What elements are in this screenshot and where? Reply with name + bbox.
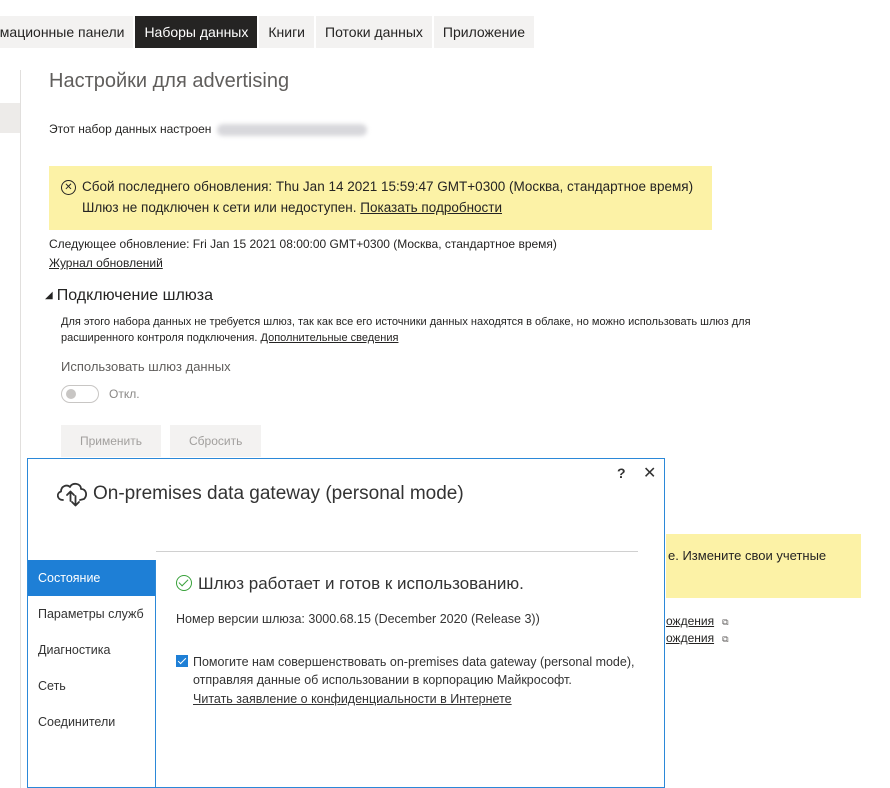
use-gateway-toggle[interactable] bbox=[61, 385, 99, 403]
toggle-state-label: Откл. bbox=[109, 387, 140, 401]
external-link-icon: ⧉ bbox=[722, 634, 729, 644]
nav-item-diagnostics[interactable]: Диагностика bbox=[28, 632, 155, 668]
gateway-offline-text: Шлюз не подключен к сети или недоступен. bbox=[82, 200, 357, 215]
credentials-warning-text: е. Измените свои учетные bbox=[668, 548, 827, 563]
page-title: Настройки для advertising bbox=[49, 70, 290, 92]
background-link-2-text[interactable]: ождения bbox=[666, 631, 714, 645]
configured-by-text: Этот набор данных настроен bbox=[49, 122, 367, 136]
tab-datasets[interactable]: Наборы данных bbox=[135, 16, 258, 48]
telemetry-consent-text: Помогите нам совершенствовать on-premise… bbox=[193, 655, 635, 687]
blurred-email bbox=[216, 123, 367, 136]
left-divider bbox=[20, 70, 21, 788]
gateway-dialog: ? ✕ On-premises data gateway (personal m… bbox=[27, 458, 665, 788]
use-gateway-label: Использовать шлюз данных bbox=[61, 359, 231, 374]
configured-by-label: Этот набор данных настроен bbox=[49, 122, 212, 136]
dialog-title: On-premises data gateway (personal mode) bbox=[93, 483, 464, 504]
gateway-description: Для этого набора данных не требуется шлю… bbox=[61, 314, 821, 346]
cloud-gateway-icon bbox=[56, 482, 88, 507]
nav-item-status[interactable]: Состояние bbox=[28, 560, 155, 596]
apply-button[interactable]: Применить bbox=[61, 425, 162, 457]
external-link-icon: ⧉ bbox=[722, 617, 729, 627]
gateway-connection-heading[interactable]: ◢ Подключение шлюза bbox=[45, 287, 213, 305]
reset-button[interactable]: Сбросить bbox=[170, 425, 262, 457]
refresh-failure-banner: ✕ Сбой последнего обновления: Thu Jan 14… bbox=[49, 166, 712, 230]
gateway-status-text: Шлюз работает и готов к использованию. bbox=[198, 574, 524, 593]
gateway-status: Шлюз работает и готов к использованию. bbox=[176, 574, 524, 594]
help-button[interactable]: ? bbox=[617, 465, 626, 481]
toggle-knob bbox=[66, 389, 76, 399]
collapse-triangle-icon[interactable]: ◢ bbox=[45, 290, 53, 301]
gateway-connection-title: Подключение шлюза bbox=[56, 287, 214, 304]
privacy-statement-link[interactable]: Читать заявление о конфиденциальности в … bbox=[193, 692, 512, 706]
tab-dashboards[interactable]: рмационные панели bbox=[0, 16, 134, 48]
nav-item-connectors[interactable]: Соединители bbox=[28, 704, 155, 740]
background-link-2[interactable]: ождения ⧉ bbox=[666, 631, 729, 645]
background-link-1-text[interactable]: ождения bbox=[666, 614, 714, 628]
next-refresh-text: Следующее обновление: Fri Jan 15 2021 08… bbox=[49, 237, 557, 251]
dialog-divider bbox=[156, 551, 638, 552]
background-link-1[interactable]: ождения ⧉ bbox=[666, 614, 729, 628]
telemetry-checkbox[interactable] bbox=[176, 655, 188, 667]
dialog-side-nav: Состояние Параметры служб Диагностика Се… bbox=[28, 560, 156, 787]
check-circle-icon bbox=[176, 575, 192, 591]
more-info-link[interactable]: Дополнительные сведения bbox=[261, 332, 399, 344]
credentials-warning-banner: е. Измените свои учетные bbox=[666, 534, 861, 598]
gateway-version: Номер версии шлюза: 3000.68.15 (December… bbox=[176, 612, 540, 626]
gateway-description-text: Для этого набора данных не требуется шлю… bbox=[61, 316, 751, 344]
left-nav-selected-stub[interactable] bbox=[0, 103, 20, 133]
gateway-offline-message: Шлюз не подключен к сети или недоступен.… bbox=[82, 200, 502, 215]
nav-item-network[interactable]: Сеть bbox=[28, 668, 155, 704]
top-tab-bar: рмационные панели Наборы данных Книги По… bbox=[0, 16, 536, 48]
close-button[interactable]: ✕ bbox=[643, 463, 656, 483]
tab-app[interactable]: Приложение bbox=[433, 16, 535, 48]
refresh-failure-message: Сбой последнего обновления: Thu Jan 14 2… bbox=[82, 179, 694, 194]
tab-dataflows[interactable]: Потоки данных bbox=[316, 16, 432, 48]
error-circle-icon: ✕ bbox=[61, 180, 76, 195]
tab-workbooks[interactable]: Книги bbox=[259, 16, 314, 48]
show-details-link[interactable]: Показать подробности bbox=[360, 200, 502, 215]
nav-item-service-settings[interactable]: Параметры служб bbox=[28, 596, 155, 632]
refresh-history-link[interactable]: Журнал обновлений bbox=[49, 256, 163, 270]
